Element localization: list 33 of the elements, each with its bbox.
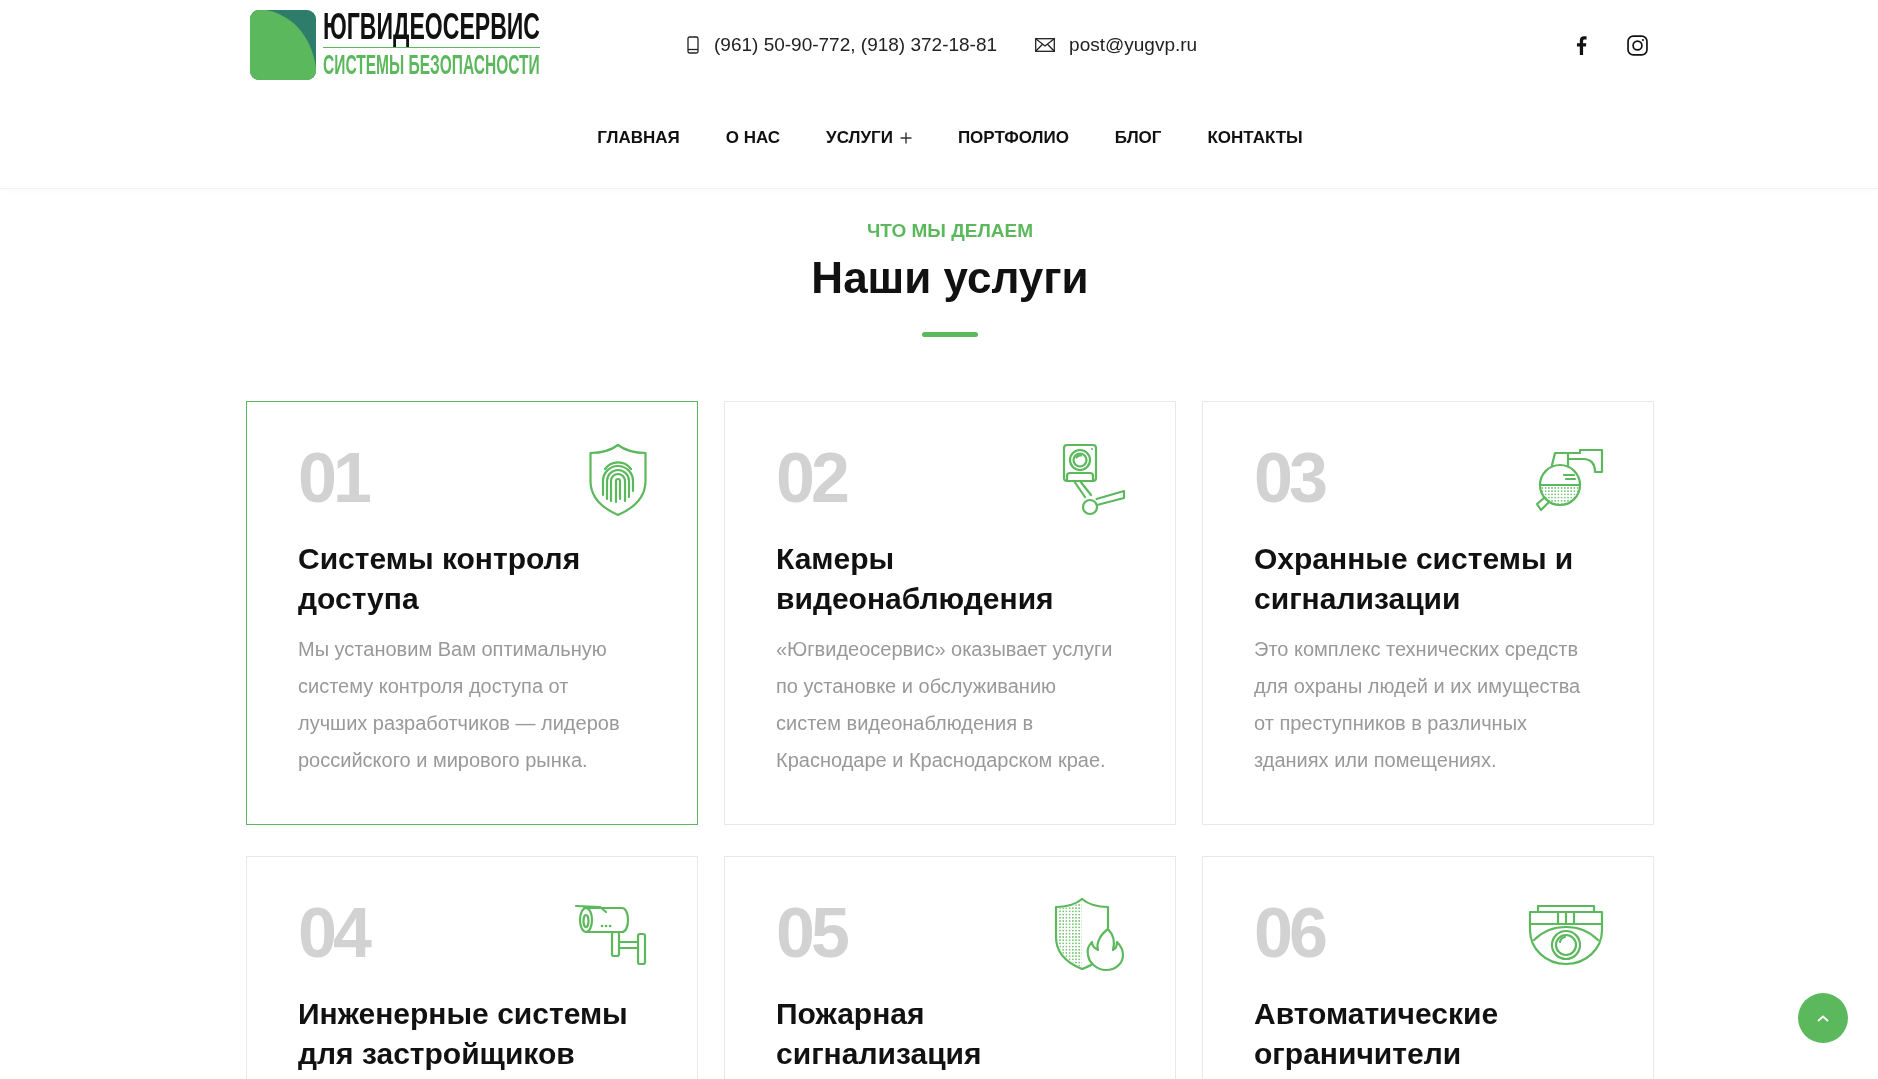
section-eyebrow: ЧТО МЫ ДЕЛАЕМ <box>867 219 1033 243</box>
shield-fingerprint-icon <box>588 443 648 517</box>
plus-icon <box>899 132 912 144</box>
phone-icon <box>687 36 699 54</box>
logo-subtitle: СИСТЕМЫ БЕЗОПАСНОСТИ <box>323 52 540 79</box>
service-title: Системы контроля доступа <box>298 541 582 617</box>
service-description: «Югвидеосервис» оказывает услуги по установке и обслуживанию систем видеонаблюдения в Краснодаре и Краснодарском крае. <box>776 637 1114 773</box>
nav-link[interactable]: О НАС <box>725 120 781 156</box>
email-link[interactable]: post@yugvp.ru <box>1069 33 1198 57</box>
service-title: Камеры видеонаблюдения <box>776 541 1055 617</box>
camera-arm-icon <box>1062 443 1126 517</box>
section-title: Наши услуги <box>811 252 1089 304</box>
service-description: Мы установим Вам оптимальную систему контроля доступа от лучших разработчиков — лидеров российского и мирового рынка. <box>298 637 621 773</box>
service-title: Пожарная сигнализация <box>776 996 983 1072</box>
nav-link[interactable]: УСЛУГИ <box>826 120 912 156</box>
instagram-icon[interactable] <box>1627 34 1648 56</box>
chevron-up-icon <box>1817 1014 1829 1022</box>
shield-flame-icon <box>1052 897 1126 973</box>
nav-link[interactable]: БЛОГ <box>1114 120 1162 156</box>
logo-icon <box>250 10 316 80</box>
facebook-icon[interactable] <box>1576 35 1587 55</box>
service-title: Автоматические ограничители <box>1254 996 1500 1072</box>
heading-accent-bar <box>922 332 978 337</box>
phone-link[interactable]: (961) 50-90-772, (918) 372-18-81 <box>714 33 998 57</box>
service-description: Это комплекс технических средств для охраны людей и их имущества от преступников в различных зданиях или помещениях. <box>1254 637 1582 773</box>
service-title: Инженерные системы для застройщиков <box>298 996 629 1072</box>
nav-link[interactable]: ПОРТФОЛИО <box>957 120 1069 156</box>
service-title: Охранные системы и сигнализации <box>1254 541 1575 617</box>
nav-link[interactable]: ГЛАВНАЯ <box>597 120 680 156</box>
nav-link[interactable]: КОНТАКТЫ <box>1207 120 1303 156</box>
bullet-camera-icon <box>574 904 648 966</box>
mail-icon <box>1035 38 1056 52</box>
ceiling-camera-icon <box>1528 904 1604 966</box>
